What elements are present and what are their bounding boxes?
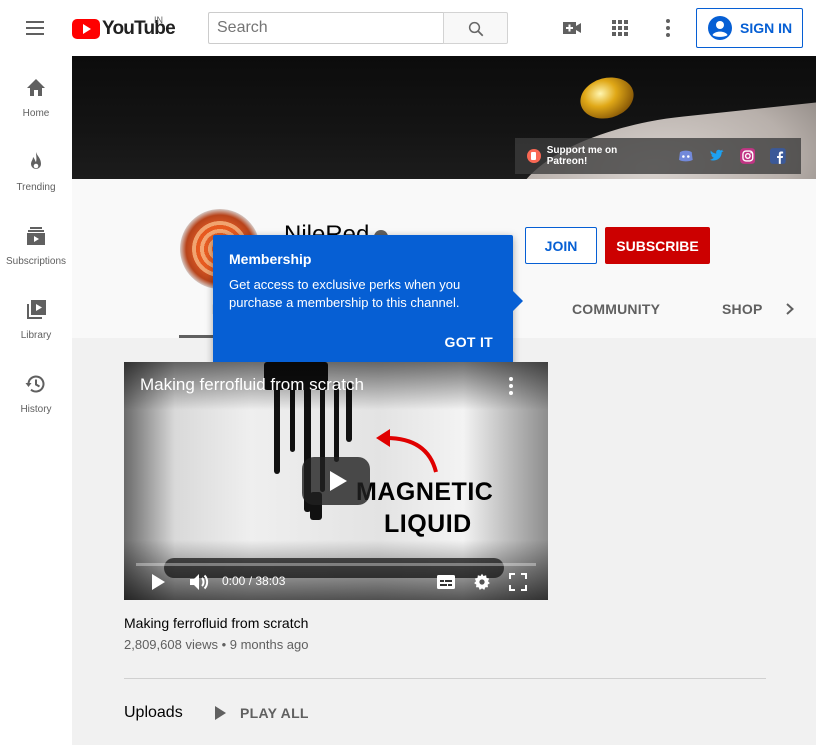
create-video-icon[interactable] — [560, 16, 584, 40]
logo-text: YouTube — [102, 18, 176, 39]
got-it-button[interactable]: GOT IT — [445, 334, 493, 350]
red-arrow-icon — [376, 429, 438, 473]
thumbnail-text-magnetic: MAGNETIC — [356, 478, 494, 506]
sidebar-item-label: History — [20, 404, 52, 415]
featured-video-title[interactable]: Making ferrofluid from scratch — [124, 615, 308, 631]
country-code: IN — [154, 15, 163, 25]
sidebar-item-label: Home — [22, 108, 50, 119]
youtube-play-icon — [72, 19, 100, 39]
progress-bar[interactable] — [136, 563, 536, 566]
chevron-right-icon[interactable] — [784, 303, 796, 315]
play-all-label: PLAY ALL — [240, 705, 309, 721]
banner-gold-droplet-image — [575, 71, 639, 125]
sign-in-button[interactable]: SIGN IN — [696, 8, 803, 48]
facebook-icon[interactable] — [770, 148, 786, 164]
patreon-icon[interactable] — [527, 149, 541, 163]
uploads-heading[interactable]: Uploads — [124, 704, 183, 722]
subscribe-button[interactable]: SUBSCRIBE — [605, 227, 710, 264]
search-icon — [468, 21, 484, 37]
instagram-icon[interactable] — [739, 148, 756, 164]
captions-icon[interactable] — [437, 574, 455, 590]
sidebar-item-history[interactable]: History — [0, 352, 72, 426]
featured-video-meta: 2,809,608 views • 9 months ago — [124, 637, 309, 652]
search-button[interactable] — [443, 12, 508, 44]
discord-icon[interactable] — [678, 148, 694, 164]
tooltip-body: Get access to exclusive perks when you p… — [229, 277, 461, 310]
video-player[interactable]: MAGNETIC LIQUID Making ferrofluid from s… — [124, 362, 548, 600]
large-play-button[interactable] — [302, 457, 370, 505]
top-bar: YouTube IN SIGN IN — [0, 0, 816, 56]
fullscreen-icon[interactable] — [509, 573, 527, 591]
thumbnail-text-liquid: LIQUID — [384, 510, 472, 538]
section-divider — [124, 678, 766, 679]
join-button[interactable]: JOIN — [525, 227, 597, 264]
patreon-link[interactable]: Support me on Patreon! — [547, 145, 659, 167]
banner-links: Support me on Patreon! — [515, 138, 801, 174]
sidebar-item-label: Subscriptions — [5, 256, 67, 267]
sidebar-item-label: Trending — [16, 182, 56, 193]
sidebar-item-trending[interactable]: Trending — [0, 130, 72, 204]
subscriptions-icon — [27, 227, 45, 245]
account-icon — [708, 16, 732, 40]
volume-icon[interactable] — [188, 571, 210, 593]
history-icon — [25, 375, 45, 393]
search-input[interactable] — [208, 12, 444, 44]
more-vertical-icon[interactable] — [656, 16, 680, 40]
channel-banner: Support me on Patreon! — [72, 56, 816, 179]
membership-tooltip: Membership Get access to exclusive perks… — [213, 235, 523, 369]
sign-in-label: SIGN IN — [740, 20, 793, 36]
library-icon — [27, 300, 46, 319]
sidebar: Home Trending Subscriptions Library Hist… — [0, 56, 72, 745]
menu-icon[interactable] — [24, 18, 46, 38]
settings-gear-icon[interactable] — [473, 573, 491, 591]
twitter-icon[interactable] — [709, 148, 725, 164]
play-all-button[interactable]: PLAY ALL — [211, 704, 309, 722]
sidebar-item-subscriptions[interactable]: Subscriptions — [0, 204, 72, 278]
tab-shop[interactable]: SHOP — [722, 301, 762, 317]
youtube-logo[interactable]: YouTube IN — [72, 15, 176, 40]
player-title[interactable]: Making ferrofluid from scratch — [140, 375, 364, 395]
tooltip-title: Membership — [229, 251, 312, 267]
play-icon[interactable] — [150, 573, 166, 591]
sidebar-item-home[interactable]: Home — [0, 56, 72, 130]
tab-community[interactable]: COMMUNITY — [572, 301, 660, 317]
home-icon — [27, 79, 45, 96]
sidebar-item-label: Library — [20, 330, 52, 341]
flame-icon — [31, 152, 41, 169]
video-time: 0:00 / 38:03 — [222, 574, 286, 588]
sidebar-item-library[interactable]: Library — [0, 278, 72, 352]
apps-grid-icon[interactable] — [608, 16, 632, 40]
player-more-icon[interactable] — [507, 377, 515, 395]
play-all-icon — [215, 706, 226, 720]
